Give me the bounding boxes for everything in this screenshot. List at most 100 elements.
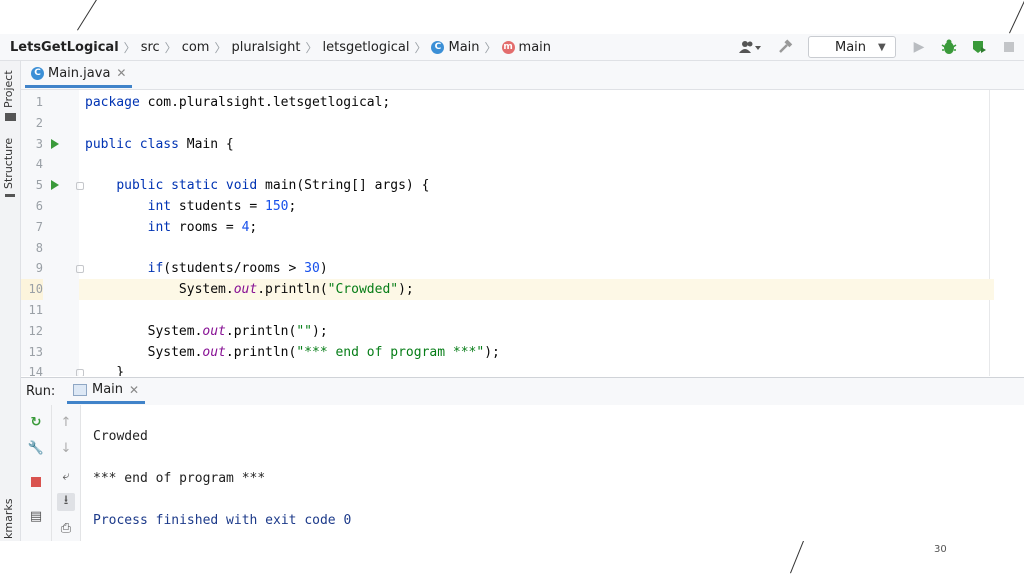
code-text: System.out.println(""); [85,323,328,339]
close-icon[interactable]: ✕ [129,383,139,397]
code-line[interactable]: 13 System.out.println("*** end of progra… [21,342,1024,363]
line-number: 3 [35,136,43,151]
hammer-icon [779,39,793,53]
code-text: public static void main(String[] args) { [116,178,430,194]
coverage-icon [973,41,986,53]
breadcrumb-item-pluralsight[interactable]: pluralsight [231,40,300,55]
coverage-button[interactable] [968,36,990,58]
code-line[interactable]: 12 System.out.println(""); [21,321,1024,342]
code-text: if(students/rooms > 30) [147,261,328,277]
layout-button[interactable]: ▤ [27,507,45,525]
bookmarks-tool-label[interactable]: kmarks [2,499,15,539]
stop-icon [1004,42,1014,52]
run-configuration-select[interactable]: Main ▼ [808,36,896,58]
scroll-down-button[interactable]: ↓ [57,439,75,457]
code-text: } [85,365,125,376]
breadcrumb-item-main-method[interactable]: main [519,40,551,55]
line-number: 5 [35,178,43,193]
stop-button[interactable] [998,36,1020,58]
line-number: 7 [35,219,43,234]
left-tool-strip: Project Structure kmarks [0,61,21,541]
user-dropdown-button[interactable] [736,36,766,58]
chevron-right-icon: 〉 [164,40,177,55]
line-number: 10 [21,279,43,301]
run-gutter-icon[interactable] [51,180,59,191]
build-button[interactable] [774,36,796,58]
close-icon[interactable]: ✕ [116,66,126,80]
method-icon: m [501,40,515,54]
code-line[interactable]: 9 if(students/rooms > 30) [21,258,1024,279]
run-tab-main[interactable]: Main ✕ [67,378,146,404]
breadcrumb-item-main-class[interactable]: Main [448,40,479,55]
run-tool-window-header: Run: Main ✕ [21,377,1024,406]
code-line[interactable]: 6 int students = 150; [21,196,1024,217]
code-text: int rooms = 4; [147,219,258,235]
navigation-bar: LetsGetLogical 〉 src 〉 com 〉 pluralsight… [0,34,1024,61]
console-output[interactable]: Crowded *** end of program *** Process f… [81,405,1024,541]
structure-tool-label[interactable]: Structure [2,138,15,189]
code-editor[interactable]: 1 package com.pluralsight.letsgetlogical;… [21,90,1024,376]
stop-run-button[interactable] [27,473,45,491]
toolbar-actions: Main ▼ ▶ [732,34,1024,60]
console-icon [73,383,87,396]
chevron-right-icon: 〉 [484,40,497,55]
line-number: 8 [35,240,43,255]
console-actions-toolbar: ↑ ↓ ⤶ ⭳ ⎙ [52,405,81,541]
code-text: int students = 150; [147,199,297,214]
bug-icon [941,39,957,54]
project-tool-label[interactable]: Project [2,70,15,108]
console-line: *** end of program *** [93,471,266,486]
print-button[interactable]: ⎙ [57,519,75,537]
line-number: 2 [35,115,43,130]
chevron-right-icon: 〉 [123,40,136,55]
run-gutter-icon[interactable] [51,138,59,149]
scroll-to-end-button[interactable]: ⭳ [57,493,75,511]
structure-icon [5,194,15,203]
decorative-line-top-left [77,0,97,31]
decorative-line-bottom [790,537,806,574]
code-line[interactable]: 4 [21,154,1024,175]
run-actions-toolbar: ↻ 🔧 ▤ [21,405,52,541]
code-text: public class Main { [85,136,234,152]
tab-label: Main.java [48,65,111,81]
code-line[interactable]: 2 [21,113,1024,134]
run-config-label: Main [835,39,867,55]
chevron-right-icon: 〉 [414,40,427,55]
dropdown-arrow-icon: ▼ [878,41,886,53]
chevron-right-icon: 〉 [214,40,227,55]
debug-button[interactable] [938,36,960,58]
code-line[interactable]: 1 package com.pluralsight.letsgetlogical; [21,92,1024,113]
line-number: 12 [28,323,43,338]
soft-wrap-button[interactable]: ⤶ [57,467,75,485]
line-number: 1 [35,95,43,109]
breadcrumb-item-com[interactable]: com [182,40,210,55]
editor-tab-bar: C Main.java ✕ [21,61,1024,90]
chevron-right-icon: 〉 [305,40,318,55]
code-line[interactable]: 10 System.out.println("Crowded"); [21,279,1024,301]
line-number: 4 [35,157,43,172]
line-number: 6 [35,199,43,213]
breadcrumb-item-letsgetlogical[interactable]: letsgetlogical [322,40,409,55]
line-number: 13 [28,344,43,359]
breadcrumb-item-src[interactable]: src [141,40,160,55]
breadcrumb-project[interactable]: LetsGetLogical [10,40,119,55]
line-number: 14 [28,365,43,376]
line-number: 11 [28,303,43,317]
run-button[interactable]: ▶ [908,36,930,58]
stop-icon [31,477,41,487]
code-line[interactable]: 7 int rooms = 4; [21,217,1024,238]
code-line[interactable]: 3 public class Main { [21,134,1024,155]
code-line[interactable]: 14 } [21,362,1024,376]
rerun-button[interactable]: ↻ [27,413,45,431]
class-icon: C [431,40,445,54]
code-line[interactable]: 5 public static void main(String[] args)… [21,175,1024,196]
code-line[interactable]: 11 [21,300,1024,321]
settings-button[interactable]: 🔧 [27,439,45,457]
breadcrumb: LetsGetLogical 〉 src 〉 com 〉 pluralsight… [10,39,551,56]
code-line[interactable]: 8 [21,238,1024,259]
tab-main-java[interactable]: C Main.java ✕ [25,61,133,88]
scroll-up-button[interactable]: ↑ [57,413,75,431]
